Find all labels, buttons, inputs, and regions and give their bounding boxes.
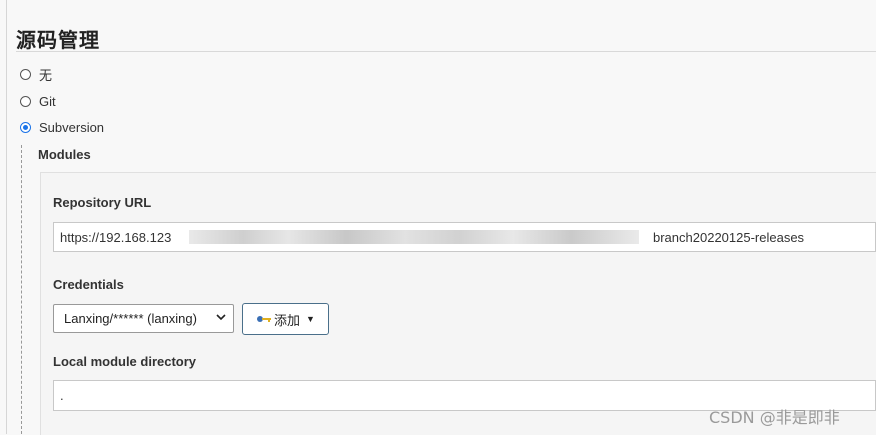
scm-option-git[interactable]: Git [20,91,56,111]
credentials-label: Credentials [53,277,124,292]
caret-down-icon: ▼ [306,314,315,324]
section-divider [16,51,876,52]
add-credentials-button[interactable]: 添加 ▼ [242,303,329,335]
radio-git[interactable] [20,95,31,107]
left-divider [6,0,7,434]
subversion-config-guide [21,145,22,434]
radio-label-none: 无 [39,67,53,83]
local-module-directory-label: Local module directory [53,354,197,369]
scm-option-subversion[interactable]: Subversion [20,117,104,137]
watermark: CSDN @非是即非 [709,408,840,427]
key-icon [256,312,272,327]
repository-url-value-start: https://192.168.123 [60,229,172,245]
radio-label-subversion: Subversion [39,119,105,135]
section-title: 源码管理 [16,28,100,52]
repository-url-label: Repository URL [53,195,152,210]
local-module-directory-value: . [60,388,64,403]
scm-option-none[interactable]: 无 [20,64,52,84]
radio-label-git: Git [39,93,56,109]
modules-label: Modules [38,147,91,162]
chevron-down-icon [215,311,227,326]
radio-subversion[interactable] [20,121,31,133]
radio-none[interactable] [20,68,31,80]
credentials-selected-value: Lanxing/****** (lanxing) [64,311,197,326]
credentials-select[interactable]: Lanxing/****** (lanxing) [53,304,234,333]
repository-url-value-end: branch20220125-releases [653,229,805,245]
source-code-management-page: 源码管理 无 Git Subversion Modules Repository… [0,0,876,435]
add-button-label: 添加 [274,312,301,328]
redacted-url-segment [189,230,639,244]
